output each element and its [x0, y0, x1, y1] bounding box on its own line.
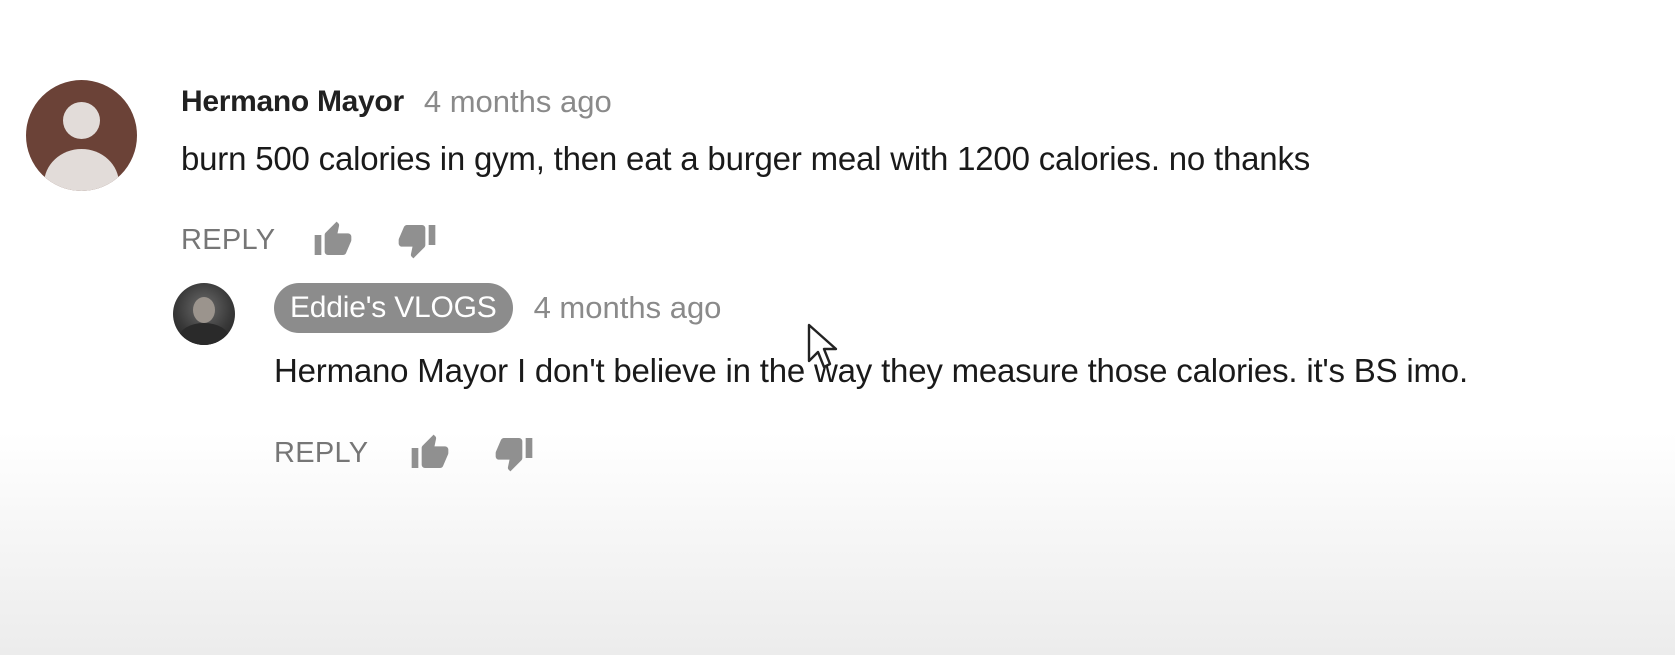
- thumb-down-icon: [496, 438, 533, 472]
- reply-button[interactable]: REPLY: [274, 437, 368, 470]
- comment-actions: REPLY: [181, 212, 1601, 268]
- thumb-up-icon: [412, 434, 449, 468]
- thumb-down-icon: [399, 225, 436, 259]
- like-button[interactable]: [311, 218, 355, 262]
- reply-text: Hermano Mayor I don't believe in the way…: [274, 352, 1468, 389]
- reply-author-badge[interactable]: Eddie's VLOGS: [274, 283, 513, 333]
- comment-text: burn 500 calories in gym, then eat a bur…: [181, 140, 1311, 177]
- reply-body: Eddie's VLOGS 4 months ago Hermano Mayor…: [274, 283, 1614, 481]
- like-button[interactable]: [408, 431, 452, 475]
- reply-actions: REPLY: [274, 425, 1614, 481]
- comment-author[interactable]: Hermano Mayor: [181, 85, 404, 119]
- reply-author-avatar[interactable]: [173, 283, 235, 345]
- reply-timestamp[interactable]: 4 months ago: [534, 290, 722, 326]
- avatar-photo-face: [193, 297, 215, 323]
- avatar-body-shape: [44, 149, 119, 191]
- dislike-button[interactable]: [395, 218, 439, 262]
- commenter-avatar[interactable]: [26, 80, 137, 191]
- thumb-up-icon: [315, 221, 352, 255]
- comment-header: Hermano Mayor 4 months ago: [181, 80, 1601, 124]
- comment-timestamp[interactable]: 4 months ago: [424, 84, 612, 120]
- reply-button[interactable]: REPLY: [181, 224, 275, 257]
- avatar-head-shape: [63, 102, 100, 139]
- comment-body: Hermano Mayor 4 months ago burn 500 calo…: [181, 80, 1601, 268]
- mouse-pointer-icon: [807, 323, 838, 369]
- dislike-button[interactable]: [492, 431, 536, 475]
- avatar-photo-shoulders: [179, 323, 229, 345]
- reply-header: Eddie's VLOGS 4 months ago: [274, 283, 1614, 333]
